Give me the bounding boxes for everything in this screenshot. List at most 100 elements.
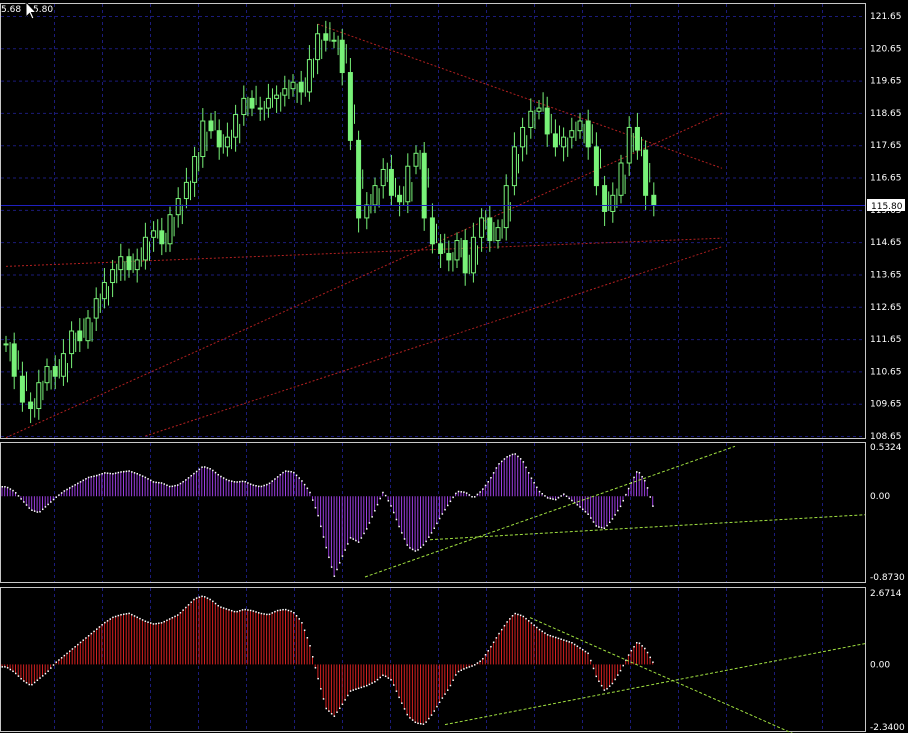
histogram-bar-cap xyxy=(47,503,49,506)
histogram-bar-cap xyxy=(498,463,500,465)
candle-body xyxy=(200,120,206,158)
histogram-bar-cap xyxy=(298,618,300,620)
price-axis-tick-label: 117.65 xyxy=(870,141,902,151)
histogram-bar-cap xyxy=(66,652,68,655)
indicator-axis-tick-label: 0.00 xyxy=(870,660,890,670)
histogram-bar-cap xyxy=(347,694,349,697)
histogram-bar-cap xyxy=(603,689,606,691)
histogram-bar-cap xyxy=(417,722,419,725)
candle-body xyxy=(118,256,124,271)
histogram-bar-cap xyxy=(23,680,25,682)
price-axis-tick-label: 113.65 xyxy=(870,270,902,280)
histogram-bar-cap xyxy=(382,674,384,677)
candle-body xyxy=(495,227,501,242)
histogram-bar-cap xyxy=(374,681,376,683)
histogram-bar-cap xyxy=(519,458,522,460)
histogram-bar-cap xyxy=(555,636,557,639)
histogram-bar-cap xyxy=(90,632,93,635)
histogram-bar-cap xyxy=(476,662,479,664)
histogram-bar-cap xyxy=(492,472,495,474)
histogram-bar-cap xyxy=(274,478,276,480)
histogram-bar-cap xyxy=(147,478,149,480)
histogram-bar-cap xyxy=(74,646,76,648)
histogram-bar-cap xyxy=(120,471,122,473)
histogram-bar-cap xyxy=(1,485,3,488)
histogram-bar-cap xyxy=(12,670,14,673)
price-axis-tick-label: 121.65 xyxy=(870,12,902,22)
histogram-bar-cap xyxy=(209,598,211,601)
candle-body xyxy=(364,204,370,219)
histogram-bar-cap xyxy=(112,616,114,619)
histogram-bar-cap xyxy=(422,723,425,725)
histogram-bar-cap xyxy=(587,652,589,655)
histogram-bar-cap xyxy=(1,666,3,668)
histogram-bar-cap xyxy=(320,688,322,690)
histogram-bar-cap xyxy=(4,666,6,668)
candle-body xyxy=(126,256,132,271)
candle-body xyxy=(77,330,83,342)
histogram-bar-cap xyxy=(444,693,446,695)
histogram-bar-cap xyxy=(133,472,136,474)
histogram-bar-cap xyxy=(287,470,290,473)
histogram-bar-cap xyxy=(384,494,387,497)
histogram-bar-cap xyxy=(479,660,481,663)
histogram-bar-cap xyxy=(395,690,398,692)
histogram-bar-cap xyxy=(636,471,638,473)
histogram-bar-cap xyxy=(433,710,435,712)
histogram-bar-cap xyxy=(646,651,649,654)
histogram-bar-cap xyxy=(87,476,90,479)
histogram-bar-cap xyxy=(217,604,219,607)
histogram-bar-cap xyxy=(328,556,330,559)
histogram-bar-cap xyxy=(463,491,465,493)
histogram-bar-cap xyxy=(228,479,230,482)
histogram-bar-cap xyxy=(330,566,333,568)
histogram-bar-cap xyxy=(563,639,565,641)
histogram-bar-cap xyxy=(336,568,338,571)
histogram-bar-cap xyxy=(452,679,454,681)
histogram-bar-cap xyxy=(619,669,622,672)
histogram-bar-cap xyxy=(630,649,633,652)
histogram-bar-cap xyxy=(536,486,538,489)
histogram-bar-cap xyxy=(638,642,641,644)
histogram-bar-cap xyxy=(533,624,535,627)
candle-body xyxy=(388,168,394,196)
histogram-bar-cap xyxy=(314,667,317,669)
histogram-bar-cap xyxy=(141,619,144,621)
histogram-bar-cap xyxy=(298,477,300,479)
indicator-axis-tick-label: 2.6714 xyxy=(870,589,902,599)
histogram-bar-cap xyxy=(139,617,141,620)
histogram-bar-cap xyxy=(309,645,311,647)
histogram-bar-cap xyxy=(77,643,79,646)
histogram-bar-cap xyxy=(355,539,357,542)
histogram-bar-cap xyxy=(425,721,427,723)
histogram-bar-cap xyxy=(371,516,373,518)
trading-chart[interactable]: 121.65 120.65 119.65 118.65 117.65 116.65 115.… xyxy=(0,0,908,733)
histogram-bar-cap xyxy=(322,536,325,538)
histogram-bar-cap xyxy=(28,683,30,686)
histogram-bar-cap xyxy=(344,549,346,551)
histogram-bar-cap xyxy=(204,596,206,598)
price-axis-tick-label: 112.65 xyxy=(870,303,902,313)
histogram-bar-cap xyxy=(152,623,155,625)
histogram-bar-cap xyxy=(401,532,403,534)
histogram-bar-cap xyxy=(471,665,473,667)
histogram-bar-cap xyxy=(592,521,595,523)
histogram-bar-cap xyxy=(374,510,376,512)
histogram-bar-cap xyxy=(420,546,422,549)
histogram-bar-cap xyxy=(482,657,484,660)
histogram-bar-cap xyxy=(58,494,60,496)
candle-body xyxy=(249,97,255,109)
histogram-bar-cap xyxy=(106,472,109,474)
histogram-bar-cap xyxy=(522,461,525,463)
histogram-bar-cap xyxy=(17,495,20,497)
histogram-bar-cap xyxy=(430,532,433,534)
histogram-bar-cap xyxy=(6,667,9,669)
candle-body xyxy=(19,375,25,403)
histogram-bar-cap xyxy=(425,540,427,543)
histogram-bar-cap xyxy=(222,477,225,479)
histogram-bar-cap xyxy=(449,500,452,503)
histogram-bar-cap xyxy=(487,650,489,652)
histogram-bar-cap xyxy=(82,639,84,641)
histogram-bar-cap xyxy=(249,483,252,485)
histogram-bar-cap xyxy=(649,656,651,659)
